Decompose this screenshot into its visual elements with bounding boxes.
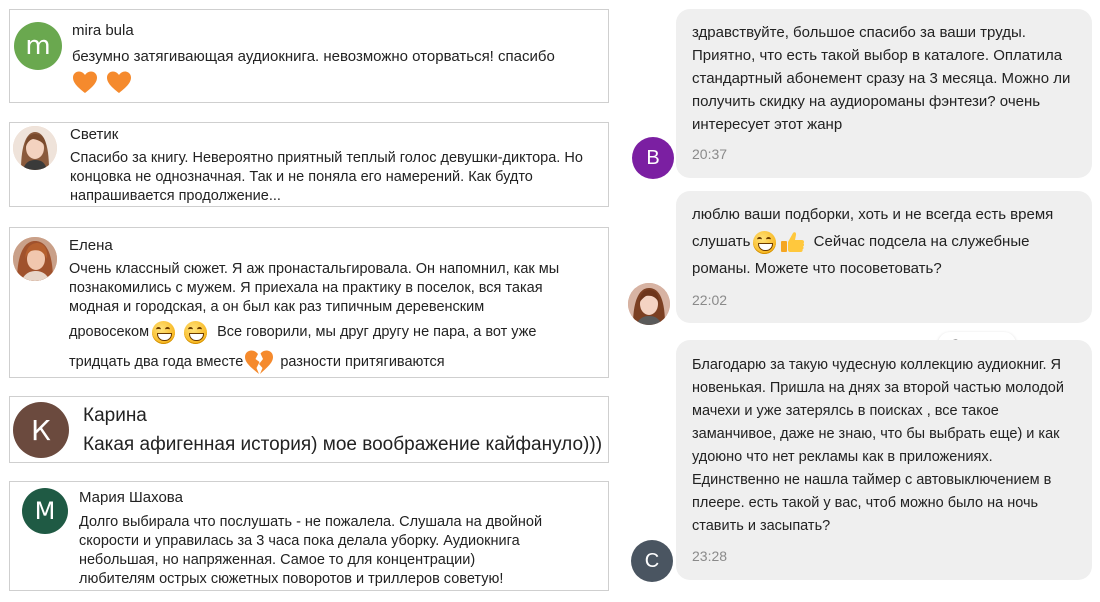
chat-message: люблю ваши подборки, хоть и не всегда ес… — [676, 191, 1092, 323]
orange-heart-icon — [73, 71, 97, 93]
user-photo-icon — [13, 237, 57, 281]
review-card: М Мария Шахова Долго выбирала что послуш… — [9, 481, 609, 591]
message-time: 22:02 — [692, 292, 728, 308]
reviewer-name: mira bula — [72, 22, 134, 39]
review-text-segment: дровосеком — [69, 324, 150, 340]
message-text: здравствуйте, большое спасибо за ваши тр… — [692, 24, 1071, 133]
review-text-segment: Все говорили, мы друг другу не пара, а в… — [217, 324, 537, 340]
message-text-segment: слушать — [692, 233, 751, 250]
message-time: 23:28 — [692, 548, 728, 564]
reviewer-name: Карина — [83, 405, 147, 426]
laughing-face-icon — [753, 230, 777, 254]
message-time: 20:37 — [692, 146, 728, 162]
thumbs-up-icon — [781, 232, 805, 253]
message-text-line: люблю ваши подборки, хоть и не всегда ес… — [692, 206, 1054, 223]
avatar[interactable]: m — [14, 22, 62, 70]
orange-heart-icon — [107, 71, 132, 93]
message-text-line: романы. Можете что посоветовать? — [692, 260, 942, 277]
broken-heart-icon — [245, 350, 274, 375]
review-text-line: познакомились с мужем. Я приехала на пра… — [69, 280, 543, 296]
laughing-face-icon — [184, 320, 208, 344]
avatar-letter: М — [34, 497, 56, 525]
avatar-letter: В — [646, 146, 660, 169]
review-text-segment: тридцать два года вместе — [69, 354, 244, 370]
reviewer-name: Светик — [70, 126, 119, 143]
review-text: Долго выбирала что послушать - не пожале… — [79, 514, 543, 587]
avatar[interactable] — [628, 283, 670, 325]
laughing-face-icon — [152, 320, 176, 344]
review-text-segment: разности притягиваются — [280, 354, 445, 370]
reviewer-name: Мария Шахова — [79, 489, 183, 506]
review-text-line: дровосеком Все говорили, мы друг другу н… — [69, 317, 607, 347]
review-text: безумно затягивающая аудиокнига. невозмо… — [72, 48, 555, 65]
avatar-letter: С — [644, 549, 660, 572]
avatar-letter: m — [25, 31, 51, 61]
user-photo-icon — [13, 126, 57, 170]
avatar[interactable]: В — [632, 137, 674, 179]
reviews-column: m mira bula безумно затягивающая аудиокн… — [0, 0, 620, 602]
message-text-line: слушать Сейчас подсела на служебные — [692, 227, 1082, 257]
user-photo-icon — [628, 283, 670, 325]
message-text-segment: Сейчас подсела на служебные — [813, 233, 1030, 250]
review-text: Спасибо за книгу. Невероятно приятный те… — [70, 150, 583, 204]
review-text: Какая афигенная история) мое воображение… — [83, 434, 603, 455]
review-card: К Карина Какая афигенная история) мое во… — [9, 396, 609, 463]
avatar[interactable]: М — [22, 488, 68, 534]
review-card: m mira bula безумно затягивающая аудиокн… — [9, 9, 609, 103]
review-card: Елена Очень классный сюжет. Я аж пронаст… — [9, 227, 609, 378]
review-text-line: тридцать два года вместе разности притяг… — [69, 347, 607, 377]
review-text-line: модная и городская, а он был как раз тип… — [69, 299, 485, 315]
avatar[interactable]: К — [13, 402, 69, 458]
reviewer-name: Елена — [69, 237, 113, 254]
review-card: Светик Спасибо за книгу. Невероятно прия… — [9, 122, 609, 207]
chat-message: здравствуйте, большое спасибо за ваши тр… — [676, 9, 1092, 178]
message-text: люблю ваши подборки, хоть и не всегда ес… — [692, 203, 1082, 281]
hearts-emoji — [72, 70, 132, 94]
avatar-letter: К — [31, 413, 51, 447]
avatar[interactable] — [13, 126, 57, 170]
chat-message: Благодарю за такую чудесную коллекцию ау… — [676, 340, 1092, 580]
review-text: Очень классный сюжет. Я аж пронастальгир… — [69, 260, 607, 377]
message-text: Благодарю за такую чудесную коллекцию ау… — [692, 357, 1064, 534]
review-text-line: Очень классный сюжет. Я аж пронастальгир… — [69, 261, 560, 277]
avatar[interactable] — [13, 237, 57, 281]
avatar[interactable]: С — [631, 540, 673, 582]
